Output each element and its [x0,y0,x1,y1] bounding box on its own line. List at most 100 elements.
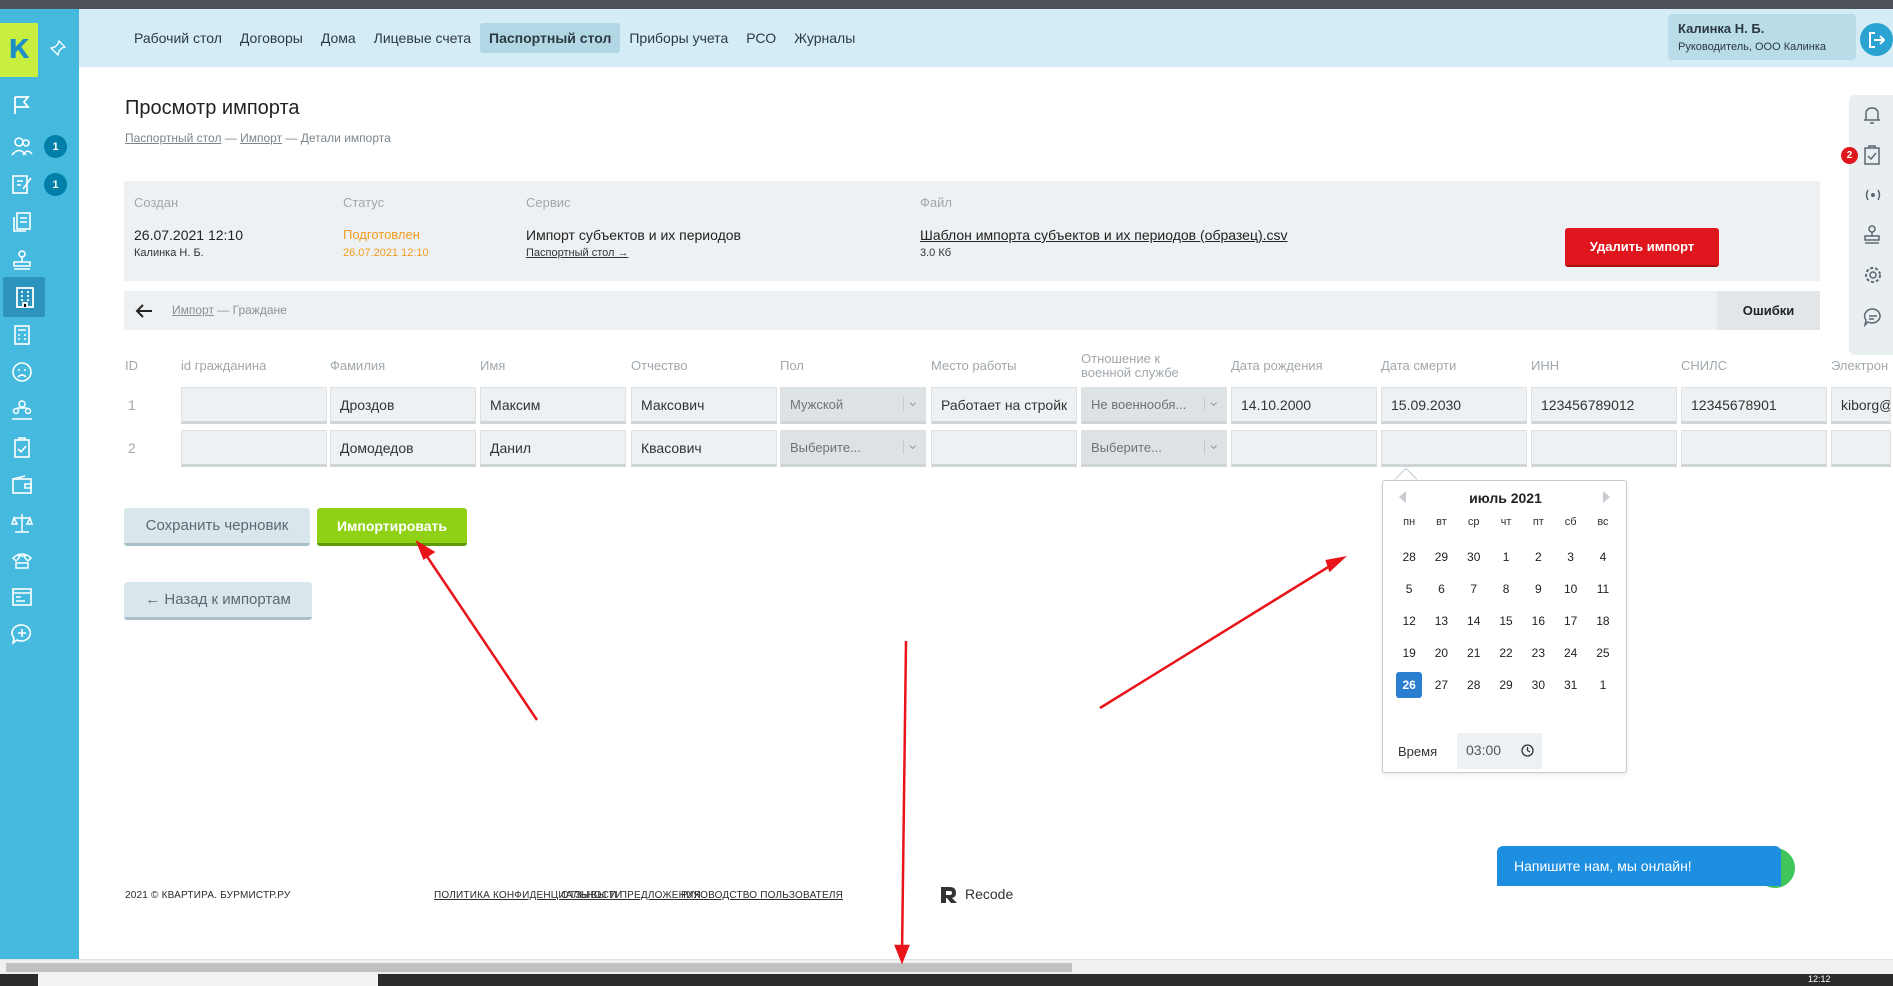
nav-item[interactable]: Приборы учета [620,23,737,53]
nav-item[interactable]: Договоры [231,23,312,53]
table-select-sex[interactable]: Выберите... [780,430,926,467]
calendar-day[interactable]: 28 [1393,544,1425,576]
calendar-day[interactable]: 30 [1458,544,1490,576]
calendar-day[interactable]: 25 [1587,640,1619,672]
calendar-day[interactable]: 14 [1458,608,1490,640]
table-cell-citizen_id[interactable] [181,430,327,467]
errors-tab[interactable]: Ошибки [1717,291,1820,330]
calendar-day[interactable]: 23 [1522,640,1554,672]
sidebar-item-flag[interactable] [0,85,79,125]
calendar-day[interactable]: 2 [1522,544,1554,576]
back-arrow-icon[interactable] [132,299,156,323]
calendar-day[interactable]: 17 [1554,608,1586,640]
bell-icon[interactable] [1863,105,1881,125]
calendar-day[interactable]: 3 [1554,544,1586,576]
table-cell-last[interactable]: Домодедов [330,430,476,467]
table-cell-work[interactable]: Работает на стройк [931,387,1077,424]
calendar-day[interactable]: 30 [1522,672,1554,704]
calendar-day[interactable]: 8 [1490,576,1522,608]
calendar-day[interactable]: 29 [1425,544,1457,576]
calendar-day[interactable]: 5 [1393,576,1425,608]
table-cell-death[interactable] [1381,430,1527,467]
calendar-day[interactable]: 13 [1425,608,1457,640]
table-select-military[interactable]: Не военнообя... [1081,387,1227,424]
sidebar-item-people[interactable]: 1 [0,126,79,166]
sidebar-item-phone[interactable] [0,540,79,580]
calendar-day[interactable]: 6 [1425,576,1457,608]
sidebar-item-calculator[interactable] [0,315,79,355]
table-cell-citizen_id[interactable] [181,387,327,424]
sidebar-item-stamp[interactable] [0,240,79,280]
footer-guide-link[interactable]: РУКОВОДСТВО ПОЛЬЗОВАТЕЛЯ [681,890,843,901]
table-cell-work[interactable] [931,430,1077,467]
back-to-imports-button[interactable]: ← Назад к импортам [124,582,312,620]
footer-feedback-link[interactable]: ОТЗЫВЫ И ПРЕДЛОЖЕНИЯ [561,890,701,901]
import-button[interactable]: Импортировать [317,508,467,546]
table-select-military[interactable]: Выберите... [1081,430,1227,467]
save-draft-button[interactable]: Сохранить черновик [124,508,310,546]
gear-icon[interactable] [1863,265,1883,285]
taskbar-search[interactable] [38,974,378,986]
recode-logo[interactable]: Recode [938,883,1013,905]
file-link[interactable]: Шаблон импорта субъектов и их периодов (… [920,227,1288,243]
stamp-icon[interactable] [1863,225,1881,245]
calendar-day[interactable]: 4 [1587,544,1619,576]
calendar-day[interactable]: 28 [1458,672,1490,704]
calendar-day[interactable]: 22 [1490,640,1522,672]
calendar-day[interactable]: 11 [1587,576,1619,608]
task-list-icon[interactable] [1863,145,1881,165]
service-link[interactable]: Паспортный стол → [526,247,628,259]
calendar-day[interactable]: 1 [1490,544,1522,576]
sidebar-item-documents[interactable] [0,202,79,242]
horizontal-scrollbar[interactable] [0,959,1893,974]
table-cell-birth[interactable] [1231,430,1377,467]
breadcrumb-import[interactable]: Импорт [240,131,282,145]
selected-day[interactable]: 26 [1393,672,1425,704]
table-cell-first[interactable]: Данил [480,430,626,467]
scrollbar-thumb[interactable] [6,963,1072,972]
sidebar-item-scales[interactable] [0,503,79,543]
calendar-day[interactable]: 18 [1587,608,1619,640]
table-cell-inn[interactable] [1531,430,1677,467]
table-cell-middle[interactable]: Максович [631,387,777,424]
table-cell-snils[interactable] [1681,430,1827,467]
table-cell-email[interactable] [1831,430,1891,467]
calendar-day[interactable]: 15 [1490,608,1522,640]
table-cell-death[interactable]: 15.09.2030 [1381,387,1527,424]
calendar-day[interactable]: 29 [1490,672,1522,704]
chat-widget-button[interactable]: Напишите нам, мы онлайн! [1497,846,1781,886]
nav-item[interactable]: Дома [312,23,365,53]
table-select-sex[interactable]: Мужской [780,387,926,424]
sidebar-item-building[interactable] [3,277,45,317]
sidebar-item-browser[interactable] [0,577,79,617]
table-cell-email[interactable]: kiborg@ [1831,387,1891,424]
calendar-day[interactable]: 16 [1522,608,1554,640]
user-card[interactable]: Калинка Н. Б. Руководитель, ООО Калинка [1668,14,1856,60]
nav-item[interactable]: Журналы [785,23,864,53]
calendar-day[interactable]: 24 [1554,640,1586,672]
calendar-day[interactable]: 20 [1425,640,1457,672]
nav-item[interactable]: РСО [737,23,785,53]
sidebar-item-chat-add[interactable] [0,614,79,654]
table-cell-first[interactable]: Максим [480,387,626,424]
nav-item[interactable]: Паспортный стол [480,23,621,53]
next-month-icon[interactable] [1603,491,1610,503]
app-logo[interactable]: К [0,23,38,77]
pin-icon[interactable] [50,40,66,56]
broadcast-icon[interactable] [1863,185,1883,205]
calendar-day[interactable]: 31 [1554,672,1586,704]
sidebar-item-tasks[interactable] [0,428,79,468]
logout-icon[interactable] [1860,23,1893,56]
table-cell-inn[interactable]: 123456789012 [1531,387,1677,424]
calendar-day[interactable]: 21 [1458,640,1490,672]
nav-item[interactable]: Рабочий стол [125,23,231,53]
calendar-day[interactable]: 12 [1393,608,1425,640]
time-input[interactable]: 03:00 [1457,733,1542,769]
table-cell-birth[interactable]: 14.10.2000 [1231,387,1377,424]
sidebar-item-team[interactable] [0,390,79,430]
table-cell-snils[interactable]: 12345678901 [1681,387,1827,424]
calendar-day[interactable]: 10 [1554,576,1586,608]
nav-item[interactable]: Лицевые счета [365,23,480,53]
table-cell-last[interactable]: Дроздов [330,387,476,424]
calendar-day[interactable]: 19 [1393,640,1425,672]
